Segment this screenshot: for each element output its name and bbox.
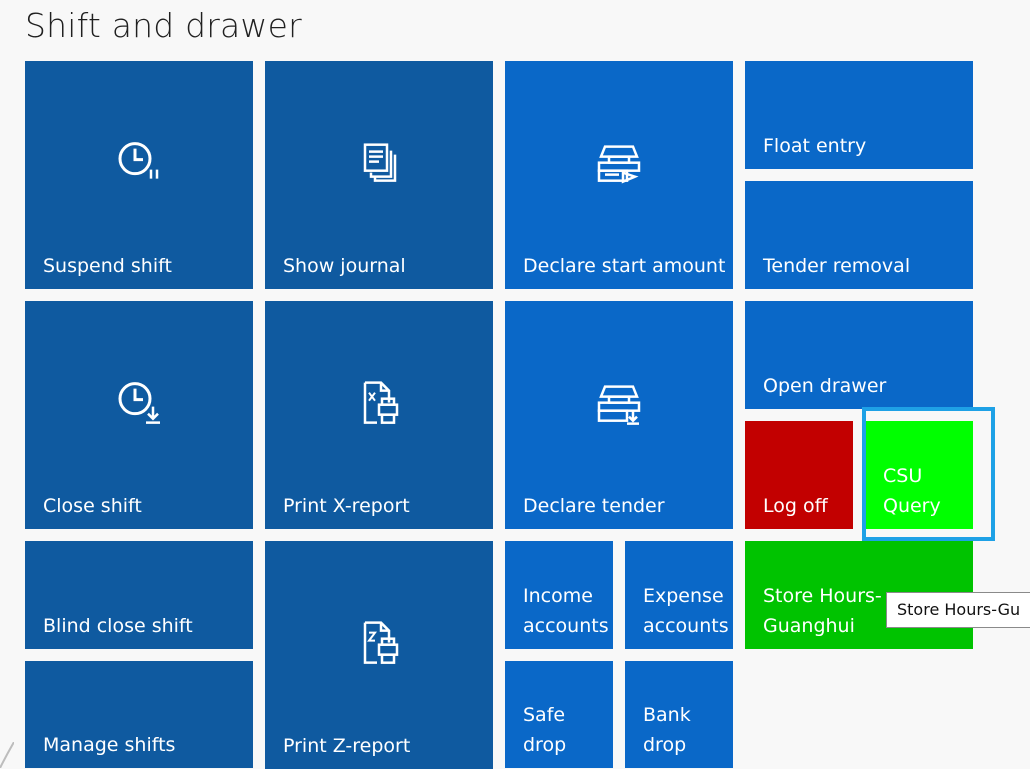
tile-label: Show journal: [283, 255, 406, 277]
declare-tender-tile[interactable]: Declare tender: [505, 301, 733, 529]
focus-indicator: [862, 407, 995, 541]
tooltip: Store Hours-Gu: [886, 592, 1030, 628]
tile-label: Blind close shift: [43, 615, 193, 637]
bank-drop-tile[interactable]: Bank drop: [625, 661, 733, 768]
tile-label: Float entry: [763, 135, 867, 157]
tile-label: Print Z-report: [283, 735, 411, 757]
show-journal-tile[interactable]: Show journal: [265, 61, 493, 289]
open-drawer-tile[interactable]: Open drawer: [745, 301, 973, 409]
tile-label: Open drawer: [763, 375, 887, 397]
income-accounts-tile[interactable]: Income accounts: [505, 541, 613, 649]
tile-label: Bank drop: [643, 704, 691, 756]
tile-label: Expense accounts: [643, 585, 729, 637]
tile-label: Store Hours- Guanghui: [763, 585, 882, 637]
tile-label: Suspend shift: [43, 255, 172, 277]
cash-drawer-start-icon: [597, 145, 641, 184]
expense-accounts-tile[interactable]: Expense accounts: [625, 541, 733, 649]
float-entry-tile[interactable]: Float entry: [745, 61, 973, 169]
tile-label: Log off: [763, 495, 828, 517]
tile-label: Close shift: [43, 495, 142, 517]
cash-drawer-down-icon: [597, 385, 641, 425]
print-z-report-icon: [363, 621, 399, 664]
clock-download-icon: [118, 382, 160, 424]
tile-label: Income accounts: [523, 585, 609, 637]
tile-label: Print X-report: [283, 495, 410, 517]
clock-pause-icon: [118, 142, 159, 179]
print-x-report-icon: [363, 381, 399, 424]
log-off-tile[interactable]: Log off: [745, 421, 853, 529]
tile-label: Declare tender: [523, 495, 665, 517]
tile-label: Manage shifts: [43, 734, 176, 756]
tile-label: Tender removal: [763, 255, 911, 277]
page-title: Shift and drawer: [25, 6, 302, 45]
window-corner-edge: [0, 742, 14, 768]
declare-start-amount-tile[interactable]: Declare start amount: [505, 61, 733, 289]
tile-label: Safe drop: [523, 704, 567, 756]
close-shift-tile[interactable]: Close shift: [25, 301, 253, 529]
print-z-report-tile[interactable]: Print Z-report: [265, 541, 493, 769]
safe-drop-tile[interactable]: Safe drop: [505, 661, 613, 768]
suspend-shift-tile[interactable]: Suspend shift: [25, 61, 253, 289]
tender-removal-tile[interactable]: Tender removal: [745, 181, 973, 289]
print-x-report-tile[interactable]: Print X-report: [265, 301, 493, 529]
journal-icon: [363, 143, 397, 182]
manage-shifts-tile[interactable]: Manage shifts: [25, 661, 253, 768]
tile-label: Declare start amount: [523, 255, 726, 277]
blind-close-shift-tile[interactable]: Blind close shift: [25, 541, 253, 649]
